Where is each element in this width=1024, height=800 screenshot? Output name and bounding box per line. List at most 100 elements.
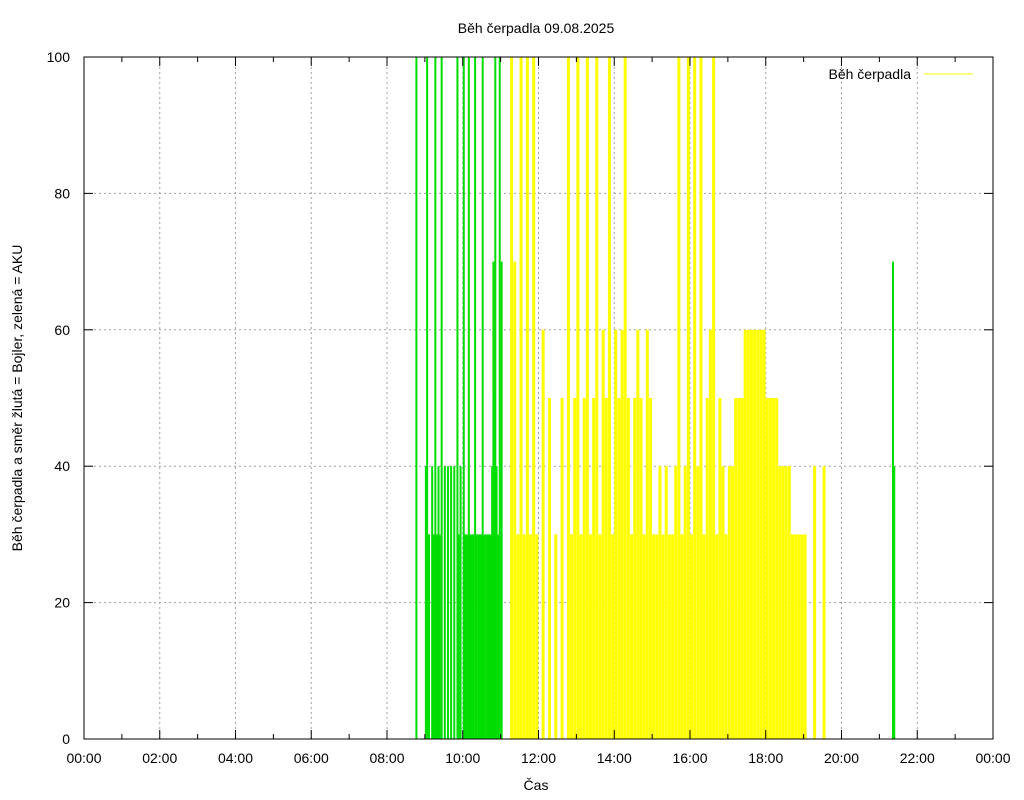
bar-yellow [727,466,731,739]
bar-yellow [712,57,716,739]
bar-yellow [724,534,728,739]
bar-yellow [519,57,523,739]
bar-green [426,57,429,739]
bar-yellow [623,57,627,739]
bar-yellow [791,534,794,739]
bar-yellow [715,534,719,739]
legend-label: Běh čerpadla [828,66,911,82]
bar-yellow [794,534,798,739]
bar-yellow [683,466,687,739]
bar-green [450,466,453,739]
y-axis-label: Běh čerpadla a směr žlutá = Bojler, zele… [9,245,25,552]
bar-yellow [598,534,602,739]
bar-yellow [759,329,763,739]
x-tick-label: 14:00 [597,750,632,766]
bar-green [472,534,475,739]
bar-yellow [705,398,709,739]
bar-yellow [731,466,735,739]
bar-yellow [585,57,589,739]
y-tick-label: 80 [54,185,70,201]
bar-yellow [680,534,684,739]
x-tick-label: 18:00 [748,750,783,766]
bar-yellow [721,466,725,739]
x-tick-label: 20:00 [824,750,859,766]
y-tick-label: 100 [47,49,71,65]
bar-yellow [601,329,605,739]
bar-yellow [787,466,791,739]
bar-yellow [525,57,529,739]
bar-yellow [529,534,533,739]
bar-yellow [595,57,599,739]
bar-green [498,57,501,739]
bar-yellow [535,534,539,739]
bar-yellow [626,398,630,739]
bar-yellow [620,329,624,739]
bar-yellow [636,329,640,739]
bar-yellow [778,466,782,739]
bar-yellow [532,57,536,739]
bar-yellow [690,534,693,739]
bar-yellow [756,329,760,739]
bar-yellow [686,57,690,739]
bar-yellow [642,534,646,739]
bar-yellow [667,534,671,739]
bar-green [446,466,449,739]
bar-yellow [592,398,596,739]
bar-yellow [696,466,700,739]
y-tick-label: 0 [62,731,70,747]
bar-yellow [693,57,697,739]
bar-green [453,466,456,739]
bar-yellow [718,398,722,739]
bar-yellow [570,534,574,739]
bar-yellow [753,329,757,739]
bar-yellow [547,398,551,739]
bar-yellow [762,329,766,739]
bar-yellow [671,534,675,739]
x-tick-label: 02:00 [142,750,177,766]
bar-yellow [775,398,779,739]
bar-green [482,534,485,739]
bar-yellow [664,466,668,739]
bar-green [438,534,441,739]
bar-yellow [611,534,615,739]
bar-yellow [734,398,738,739]
pump-run-chart: 00:00 02:00 04:00 06:00 08:00 10:00 12:00 14:00… [0,0,1024,800]
bar-green [435,534,438,739]
bar-yellow [513,261,517,739]
bar-green [495,466,498,739]
bar-yellow [661,534,665,739]
bar-yellow [784,466,788,739]
bar-yellow [737,398,741,739]
bar-green [893,466,896,739]
y-tick-label: 60 [54,322,70,338]
bar-yellow [645,329,649,739]
chart-title: Běh čerpadla 09.08.2025 [458,20,615,36]
bar-yellow [582,398,586,739]
bar-yellow [740,398,744,739]
bar-yellow [803,534,807,739]
bar-yellow [630,534,634,739]
bar-yellow [797,534,801,739]
bar-green [475,534,478,739]
bar-yellow [576,57,580,739]
bar-yellow [648,398,652,739]
bar-green [440,57,443,739]
bar-yellow [573,398,577,739]
bar-yellow [614,329,618,739]
bar-yellow [633,398,637,739]
bar-yellow [800,534,804,739]
bar-green [488,534,490,739]
bar-yellow [510,57,514,739]
bar-green [500,261,503,739]
x-tick-label: 04:00 [218,750,253,766]
x-tick-label: 08:00 [369,750,404,766]
bar-yellow [516,534,520,739]
bar-yellow [541,329,545,739]
bar-yellow [702,534,706,739]
bar-yellow [699,57,703,739]
bar-green [432,534,435,739]
bar-yellow [768,398,772,739]
bar-yellow [554,534,558,739]
x-tick-label: 10:00 [445,750,480,766]
bar-yellow [746,329,750,739]
